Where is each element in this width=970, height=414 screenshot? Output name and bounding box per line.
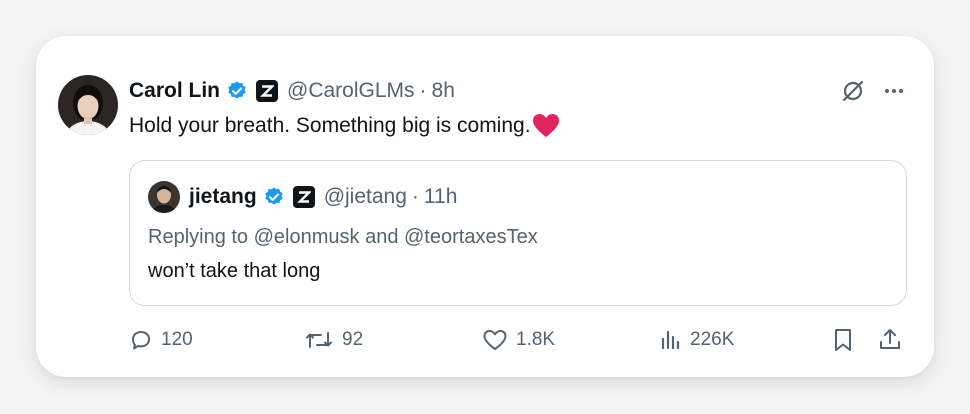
repost-count: 92 [342, 329, 364, 350]
more-icon[interactable] [882, 79, 906, 108]
quote-author-name[interactable]: jietang [189, 185, 257, 209]
quote-header: jietang @jietang · 11h [148, 181, 457, 213]
quote-avatar[interactable] [148, 181, 180, 213]
author-name[interactable]: Carol Lin [129, 79, 220, 103]
repost-icon [304, 328, 334, 352]
tweet-time[interactable]: 8h [432, 79, 455, 103]
share-button[interactable] [877, 326, 903, 354]
reply-icon [129, 328, 153, 352]
grok-icon[interactable] [840, 78, 866, 109]
views-count: 226K [690, 329, 735, 350]
author-avatar[interactable] [58, 75, 118, 135]
verified-icon [226, 80, 248, 102]
separator-dot: · [411, 185, 419, 208]
quote-handle[interactable]: @jietang [324, 185, 407, 209]
verified-icon [263, 186, 285, 208]
views-button[interactable]: 226K [658, 326, 734, 354]
tweet-card[interactable]: Carol Lin @CarolGLMs · 8h Hold your brea… [36, 36, 934, 377]
author-handle[interactable]: @CarolGLMs [287, 79, 415, 103]
tweet-header: Carol Lin @CarolGLMs · 8h [129, 76, 455, 106]
quote-time[interactable]: 11h [424, 185, 457, 209]
views-icon [658, 328, 682, 352]
tweet-text: Hold your breath. Something big is comin… [129, 113, 560, 139]
quote-text: won’t take that long [148, 260, 321, 282]
like-icon [482, 328, 508, 352]
header-actions [840, 78, 906, 109]
action-bar: 120 92 1.8K 226K [129, 326, 909, 354]
reply-button[interactable]: 120 [129, 326, 193, 354]
z-affiliate-icon[interactable] [256, 80, 279, 102]
reply-count: 120 [161, 329, 193, 350]
share-icon [877, 327, 903, 353]
bookmark-icon [831, 327, 855, 353]
z-affiliate-icon[interactable] [292, 186, 315, 208]
repost-button[interactable]: 92 [304, 326, 363, 354]
like-button[interactable]: 1.8K [482, 326, 555, 354]
bookmark-button[interactable] [831, 326, 855, 354]
like-count: 1.8K [516, 329, 556, 350]
quoted-tweet[interactable]: jietang @jietang · 11h Replying to @elon… [129, 160, 907, 306]
quote-reply-context: Replying to @elonmusk and @teortaxesTex [148, 226, 538, 248]
tweet-body: Hold your breath. Something big is comin… [129, 114, 531, 137]
heart-emoji-icon [532, 113, 560, 139]
separator-dot: · [419, 79, 427, 102]
